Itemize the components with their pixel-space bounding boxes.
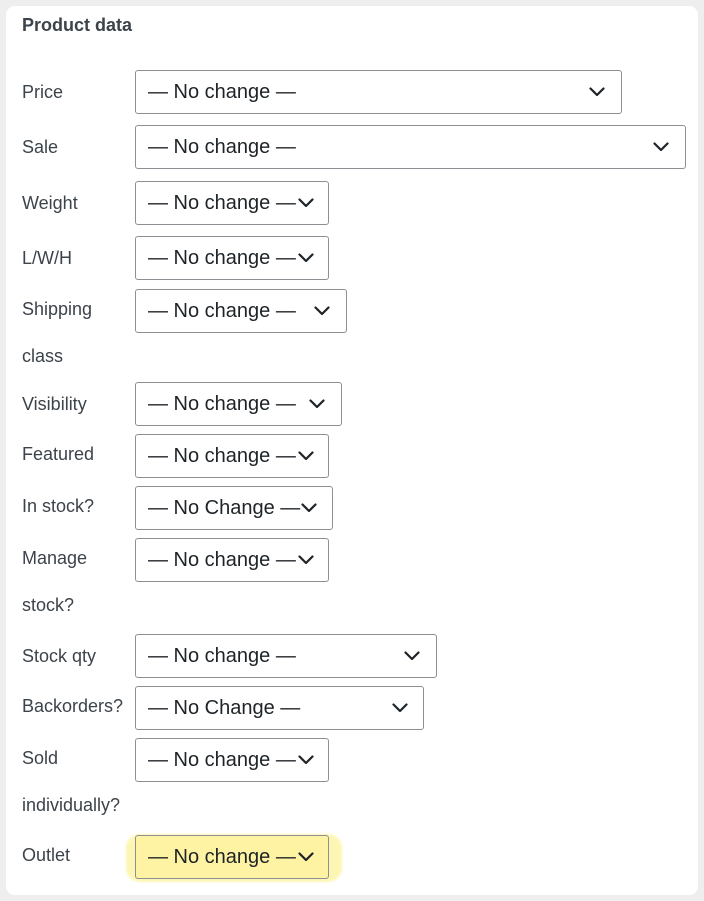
field-label-manage-stock-line2: stock? <box>22 595 75 615</box>
field-label-visibility: Visibility <box>22 394 87 414</box>
field-label-featured: Featured <box>22 444 95 464</box>
field-label-sale: Sale <box>22 137 59 157</box>
chevron-down-icon <box>313 290 331 332</box>
chevron-down-icon <box>308 383 326 425</box>
weight-select[interactable]: — No change — <box>135 181 329 225</box>
sale-select-value: — No change — <box>148 136 296 158</box>
outlet-select-value: — No change — <box>148 846 296 868</box>
field-label-shipping-class-line2: class <box>22 346 64 366</box>
field-label-shipping-class-line1: Shipping <box>22 299 93 319</box>
lwh-select[interactable]: — No change — <box>135 236 329 280</box>
sold-individually-select-value: — No change — <box>148 749 296 771</box>
stock-qty-select-value: — No change — <box>148 645 296 667</box>
chevron-down-icon <box>297 739 315 781</box>
price-select-value: — No change — <box>148 81 296 103</box>
chevron-down-icon <box>391 687 409 729</box>
featured-select-value: — No change — <box>148 445 296 467</box>
in-stock-select-value: — No Change — <box>148 497 301 519</box>
chevron-down-icon <box>297 182 315 224</box>
field-label-stock-qty: Stock qty <box>22 646 97 666</box>
field-label-in-stock: In stock? <box>22 496 95 516</box>
weight-select-value: — No change — <box>148 192 296 214</box>
chevron-down-icon <box>297 836 315 878</box>
chevron-down-icon <box>403 635 421 677</box>
field-label-sold-individually-line2: individually? <box>22 795 121 815</box>
field-label-price: Price <box>22 82 64 102</box>
chevron-down-icon <box>652 126 670 168</box>
field-label-weight: Weight <box>22 193 78 213</box>
shipping-class-select[interactable]: — No change — <box>135 289 347 333</box>
outlet-select[interactable]: — No change — <box>135 835 329 879</box>
sale-select[interactable]: — No change — <box>135 125 686 169</box>
backorders-select-value: — No Change — <box>148 697 301 719</box>
chevron-down-icon <box>588 71 606 113</box>
field-label-lwh: L/W/H <box>22 248 73 268</box>
manage-stock-select[interactable]: — No change — <box>135 538 329 582</box>
panel-title: Product data <box>22 15 133 35</box>
lwh-select-value: — No change — <box>148 247 296 269</box>
chevron-down-icon <box>297 435 315 477</box>
field-label-sold-individually-line1: Sold <box>22 748 59 768</box>
backorders-select[interactable]: — No Change — <box>135 686 424 730</box>
field-label-outlet: Outlet <box>22 845 71 865</box>
visibility-select-value: — No change — <box>148 393 296 415</box>
shipping-class-select-value: — No change — <box>148 300 296 322</box>
chevron-down-icon <box>297 539 315 581</box>
in-stock-select[interactable]: — No Change — <box>135 486 333 530</box>
sold-individually-select[interactable]: — No change — <box>135 738 329 782</box>
stock-qty-select[interactable]: — No change — <box>135 634 437 678</box>
chevron-down-icon <box>300 487 318 529</box>
manage-stock-select-value: — No change — <box>148 549 296 571</box>
chevron-down-icon <box>297 237 315 279</box>
field-label-backorders: Backorders? <box>22 696 124 716</box>
field-label-manage-stock-line1: Manage <box>22 548 88 568</box>
price-select[interactable]: — No change — <box>135 70 622 114</box>
featured-select[interactable]: — No change — <box>135 434 329 478</box>
visibility-select[interactable]: — No change — <box>135 382 342 426</box>
